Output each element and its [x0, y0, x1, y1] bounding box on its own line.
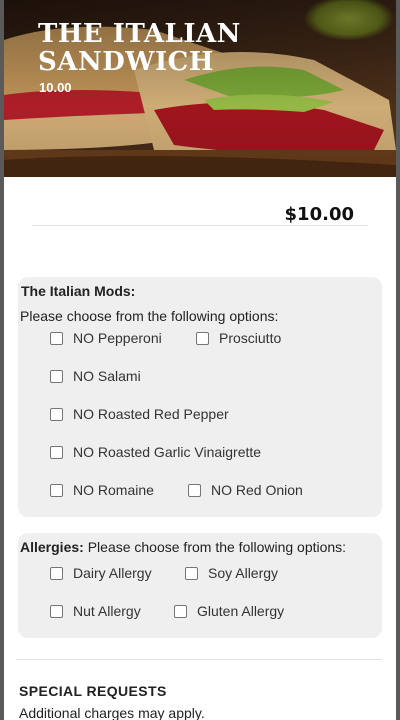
checkbox[interactable]: [185, 566, 198, 580]
option-label: NO Roasted Red Pepper: [73, 406, 229, 422]
option-prosciutto[interactable]: Prosciutto: [196, 330, 281, 346]
option-label: NO Pepperoni: [73, 330, 162, 346]
option-no-roasted-red-pepper[interactable]: NO Roasted Red Pepper: [50, 406, 229, 422]
checkbox[interactable]: [188, 483, 201, 497]
item-modal: THE ITALIAN SANDWICH 10.00 $10.00 The It…: [4, 0, 396, 720]
checkbox[interactable]: [50, 407, 63, 421]
checkbox[interactable]: [50, 331, 63, 345]
option-dairy-allergy[interactable]: Dairy Allergy: [50, 565, 152, 581]
option-no-romaine[interactable]: NO Romaine: [50, 482, 154, 498]
option-label: Prosciutto: [219, 330, 282, 346]
special-requests-title: SPECIAL REQUESTS: [19, 683, 167, 699]
mods-group: The Italian Mods: Please choose from the…: [18, 277, 382, 517]
option-gluten-allergy[interactable]: Gluten Allergy: [174, 603, 284, 619]
option-label: Soy Allergy: [208, 565, 279, 581]
option-no-salami[interactable]: NO Salami: [50, 368, 141, 384]
checkbox[interactable]: [50, 604, 63, 618]
option-soy-allergy[interactable]: Soy Allergy: [185, 565, 278, 581]
option-label: Gluten Allergy: [197, 603, 285, 619]
option-no-pepperoni[interactable]: NO Pepperoni: [50, 330, 162, 346]
special-requests-note: Additional charges may apply.: [19, 705, 205, 720]
checkbox[interactable]: [196, 331, 209, 345]
option-label: NO Romaine: [73, 482, 154, 498]
checkbox[interactable]: [50, 369, 63, 383]
divider: [16, 659, 382, 660]
mods-subtitle: Please choose from the following options…: [20, 308, 279, 324]
option-nut-allergy[interactable]: Nut Allergy: [50, 603, 141, 619]
allergies-subtitle: Please choose from the following options…: [87, 539, 347, 555]
checkbox[interactable]: [50, 445, 63, 459]
option-label: NO Salami: [73, 368, 141, 384]
allergies-group: Allergies: Please choose from the follow…: [18, 533, 382, 638]
item-price: $10.00: [284, 204, 354, 225]
option-no-roasted-garlic-vinaigrette[interactable]: NO Roasted Garlic Vinaigrette: [50, 444, 261, 460]
checkbox[interactable]: [50, 566, 63, 580]
option-label: Dairy Allergy: [73, 565, 152, 581]
hero-image: THE ITALIAN SANDWICH 10.00: [4, 0, 396, 177]
checkbox[interactable]: [174, 604, 187, 618]
mods-title: The Italian Mods:: [21, 283, 136, 299]
option-no-red-onion[interactable]: NO Red Onion: [188, 482, 303, 498]
option-label: Nut Allergy: [73, 603, 141, 619]
allergies-title: Allergies:: [20, 539, 84, 555]
option-label: NO Red Onion: [211, 482, 303, 498]
hero-price: 10.00: [39, 80, 72, 95]
checkbox[interactable]: [50, 483, 63, 497]
option-label: NO Roasted Garlic Vinaigrette: [73, 444, 262, 460]
item-title: THE ITALIAN SANDWICH: [38, 19, 241, 77]
price-row: $10.00: [32, 177, 368, 226]
